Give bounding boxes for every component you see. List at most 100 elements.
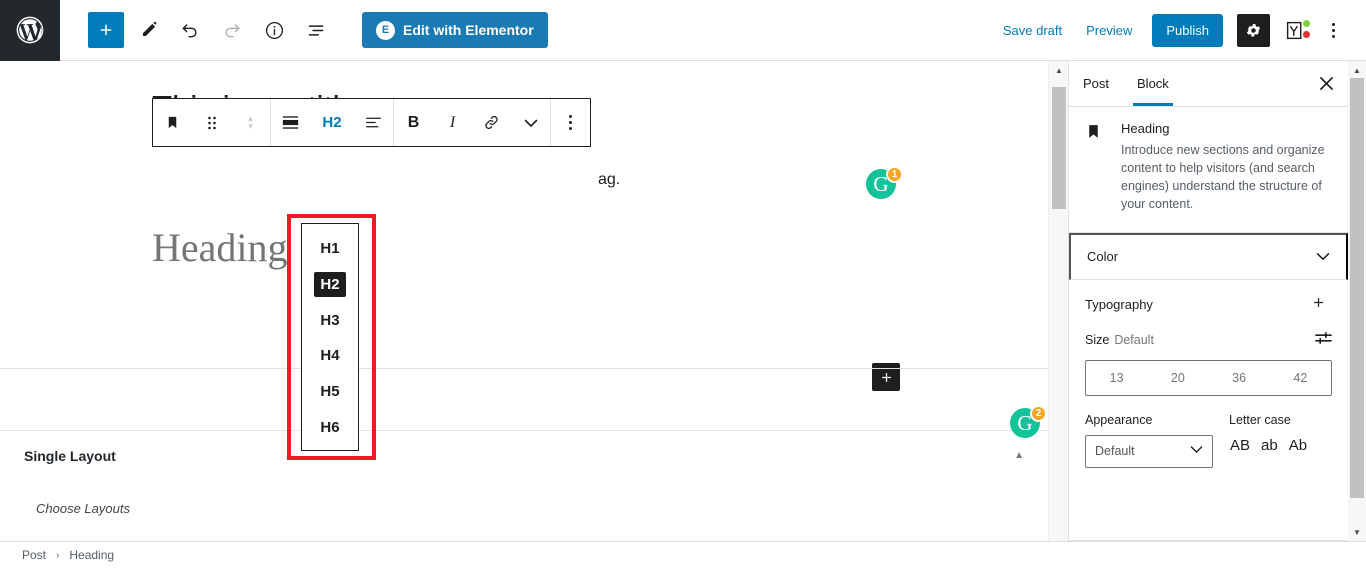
toolbar-group-inline: B I [394, 99, 551, 146]
choose-layouts-label: Choose Layouts [36, 501, 130, 516]
settings-gear-button[interactable] [1237, 13, 1270, 47]
heading-level-option-h5[interactable]: H5 [314, 379, 346, 405]
canvas-scrollbar[interactable]: ▲ [1048, 61, 1068, 541]
letter-case-uppercase-button[interactable]: AB [1229, 435, 1251, 456]
canvas-scroll-thumb[interactable] [1052, 87, 1066, 209]
toolbar-group-block: ▲ ▼ [153, 99, 271, 146]
breadcrumb-separator: › [56, 549, 60, 561]
sidebar-scrollbar[interactable]: ▲ ▼ [1348, 61, 1366, 541]
color-section-toggle[interactable]: Color [1069, 232, 1348, 280]
meta-panel-title: Single Layout [24, 448, 116, 464]
typography-section: Typography Size Default 13 20 36 42 Appe… [1069, 280, 1348, 468]
elementor-label: Edit with Elementor [403, 22, 534, 38]
settings-sidebar: Post Block Heading Introduce new section… [1068, 61, 1348, 541]
bold-button[interactable]: B [394, 99, 433, 146]
publish-button[interactable]: Publish [1152, 13, 1223, 47]
more-formats-chevron-down-icon[interactable] [511, 99, 550, 146]
letter-case-label: Letter case [1229, 412, 1291, 427]
sidebar-scroll-up-arrow[interactable]: ▲ [1348, 61, 1366, 79]
chevron-updown-icon: ▲ ▼ [246, 114, 255, 131]
toolbar-group-format: H2 [271, 99, 394, 146]
edit-mode-button[interactable] [130, 12, 166, 48]
sliders-icon[interactable] [1315, 331, 1332, 350]
heading-level-option-h6[interactable]: H6 [314, 414, 346, 440]
typography-label: Typography [1085, 296, 1153, 312]
redo-button[interactable] [214, 12, 250, 48]
undo-button[interactable] [172, 12, 208, 48]
tab-block[interactable]: Block [1123, 61, 1183, 106]
chevron-down-icon [1316, 252, 1330, 261]
block-description: Introduce new sections and organize cont… [1121, 143, 1325, 212]
kebab-menu-icon [569, 115, 572, 130]
font-size-option-36[interactable]: 36 [1209, 361, 1270, 395]
breadcrumb-item-post[interactable]: Post [22, 548, 46, 562]
more-options-button[interactable] [1318, 14, 1348, 47]
wordpress-logo-icon[interactable] [0, 0, 60, 61]
move-up-down-icon[interactable]: ▲ ▼ [231, 99, 270, 146]
list-view-button[interactable] [298, 12, 334, 48]
heading-level-option-h3[interactable]: H3 [314, 307, 346, 333]
block-type-icon[interactable] [153, 99, 192, 146]
heading-level-option-h4[interactable]: H4 [314, 343, 346, 369]
font-size-option-42[interactable]: 42 [1270, 361, 1331, 395]
block-info-card: Heading Introduce new sections and organ… [1069, 107, 1348, 233]
top-bar-right-tools: Save draft Preview Publish [991, 13, 1366, 47]
canvas-divider [0, 368, 1048, 369]
sidebar-scroll-thumb[interactable] [1350, 78, 1364, 498]
drag-handle-icon[interactable] [192, 99, 231, 146]
toolbar-group-options [551, 99, 590, 146]
block-toolbar: ▲ ▼ H2 B I [152, 98, 591, 147]
font-size-row: Size Default [1085, 331, 1332, 350]
italic-button[interactable]: I [433, 99, 472, 146]
heading-level-dropdown: H1 H2 H3 H4 H5 H6 [301, 223, 359, 451]
yoast-seo-button[interactable] [1278, 14, 1312, 47]
block-options-kebab-button[interactable] [551, 99, 590, 146]
paragraph-block-text[interactable]: ag. [598, 171, 620, 189]
text-align-icon[interactable] [354, 99, 393, 146]
grammarly-badge[interactable]: G 1 [866, 166, 903, 205]
block-name: Heading [1121, 121, 1170, 136]
heading-level-option-h2[interactable]: H2 [314, 271, 346, 298]
font-size-value: Default [1114, 333, 1154, 347]
yoast-status-good-dot [1303, 19, 1310, 27]
typography-add-button[interactable] [1305, 293, 1332, 316]
kebab-menu-icon [1331, 22, 1335, 38]
typography-header: Typography [1085, 280, 1332, 329]
appearance-column: Appearance Default [1085, 413, 1213, 468]
heading-level-button[interactable]: H2 [310, 99, 354, 146]
appearance-and-case-row: Appearance Default Letter case AB ab Ab [1085, 413, 1332, 468]
preview-button[interactable]: Preview [1074, 15, 1144, 46]
heading-bookmark-icon [1085, 121, 1109, 214]
canvas-scroll-up-arrow[interactable]: ▲ [1049, 61, 1069, 79]
close-sidebar-button[interactable] [1304, 61, 1348, 106]
font-size-option-13[interactable]: 13 [1086, 361, 1147, 395]
appearance-value: Default [1095, 444, 1135, 458]
sidebar-scroll-down-arrow[interactable]: ▼ [1348, 523, 1366, 541]
details-info-button[interactable] [256, 12, 292, 48]
letter-case-capitalize-button[interactable]: Ab [1288, 435, 1308, 456]
add-block-button[interactable] [88, 12, 124, 48]
block-align-icon[interactable] [271, 99, 310, 146]
edit-with-elementor-button[interactable]: E Edit with Elementor [362, 12, 548, 48]
font-size-label: Size [1085, 333, 1110, 347]
elementor-logo-icon: E [376, 20, 395, 40]
appearance-label: Appearance [1085, 412, 1153, 427]
breadcrumb-item-heading[interactable]: Heading [69, 548, 114, 562]
grammarly-count: 1 [886, 166, 903, 183]
tab-post[interactable]: Post [1069, 61, 1123, 106]
letter-case-lowercase-button[interactable]: ab [1260, 435, 1279, 456]
save-draft-button[interactable]: Save draft [991, 15, 1074, 46]
appearance-select[interactable]: Default [1085, 434, 1213, 468]
yoast-status-bad-dot [1303, 30, 1310, 38]
breadcrumb: Post › Heading [0, 541, 1366, 568]
letter-case-column: Letter case AB ab Ab [1229, 413, 1332, 468]
sidebar-tabs: Post Block [1069, 61, 1348, 107]
heading-block-placeholder[interactable]: Heading [152, 224, 288, 271]
font-size-option-20[interactable]: 20 [1147, 361, 1208, 395]
link-button[interactable] [472, 99, 511, 146]
grammarly-badge-secondary[interactable]: G 2 [1010, 405, 1047, 444]
top-bar-left-tools: E Edit with Elementor [60, 12, 548, 48]
heading-level-option-h1[interactable]: H1 [314, 236, 346, 262]
meta-panel-collapse-button[interactable]: ▲ [1008, 449, 1030, 462]
color-section-label: Color [1087, 249, 1119, 264]
